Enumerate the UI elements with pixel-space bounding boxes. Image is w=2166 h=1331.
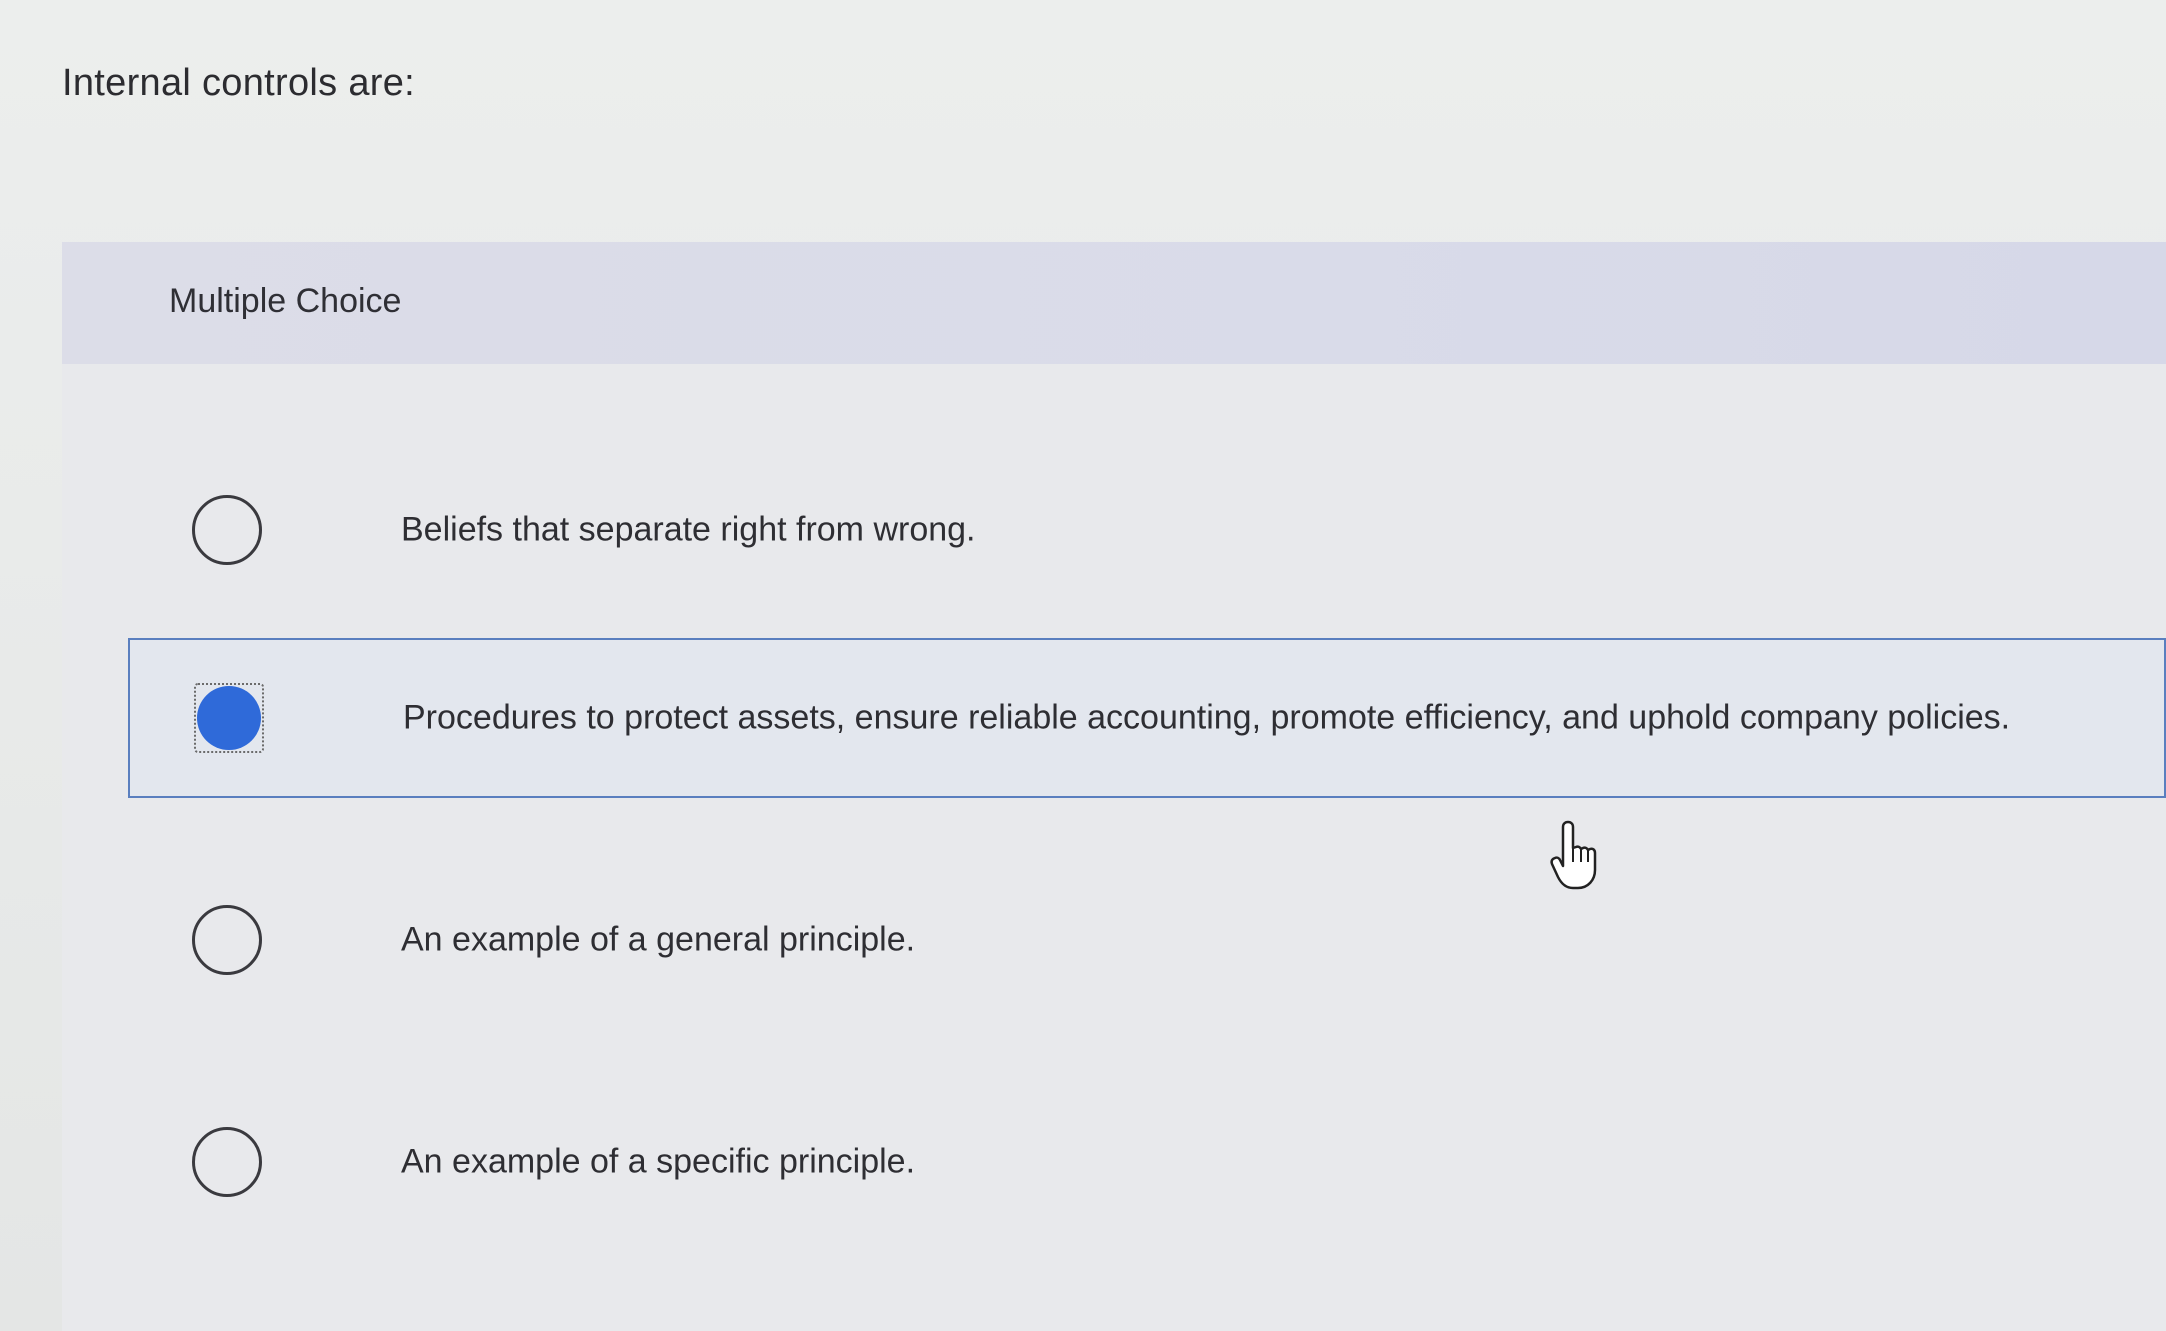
multiple-choice-panel: Multiple Choice Beliefs that separate ri… [62, 242, 2166, 1331]
radio-dot-icon [197, 686, 261, 750]
radio-circle-icon[interactable] [192, 1127, 262, 1197]
multiple-choice-label: Multiple Choice [169, 282, 402, 320]
radio-circle-icon[interactable] [192, 905, 262, 975]
question-text: Internal controls are: [62, 62, 415, 104]
multiple-choice-header: Multiple Choice [62, 242, 2166, 364]
radio-circle-icon[interactable] [192, 495, 262, 565]
answer-option-4[interactable]: An example of a specific principle. [128, 1082, 2166, 1242]
answer-option-label: Procedures to protect assets, ensure rel… [403, 698, 2011, 737]
answer-option-label: An example of a general principle. [401, 920, 916, 959]
hand-pointer-icon [1550, 820, 1597, 890]
radio-selected-icon[interactable] [194, 683, 264, 753]
answer-option-label: Beliefs that separate right from wrong. [401, 510, 976, 549]
answer-option-3[interactable]: An example of a general principle. [128, 860, 2166, 1020]
answer-option-2[interactable]: Procedures to protect assets, ensure rel… [128, 638, 2166, 798]
answer-option-1[interactable]: Beliefs that separate right from wrong. [128, 450, 2166, 610]
answer-option-label: An example of a specific principle. [401, 1142, 916, 1181]
